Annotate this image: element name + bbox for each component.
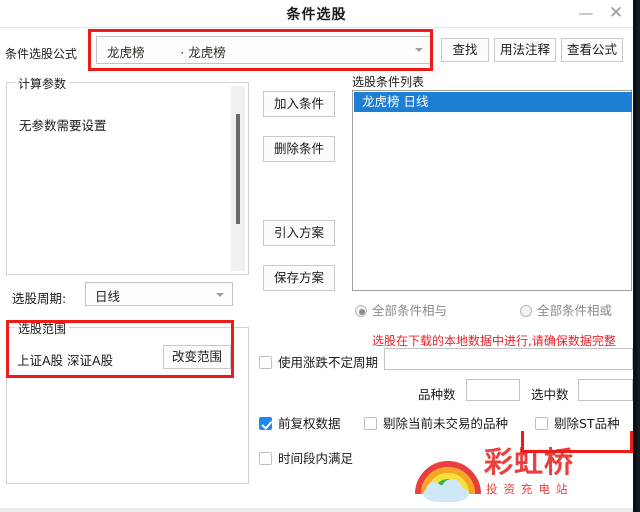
condition-list-label: 选股条件列表	[352, 75, 425, 89]
import-scheme-button[interactable]: 引入方案	[263, 220, 335, 246]
selected-count-input[interactable]	[578, 379, 633, 401]
condition-stock-picker-dialog: 条件选股 — ✕ 条件选股公式 龙虎榜 · 龙虎榜 查找 用法注释 查看公式 计…	[0, 0, 640, 512]
minimize-icon[interactable]: —	[573, 2, 599, 24]
use-updown-period-checkbox[interactable]: 使用涨跌不定周期	[259, 352, 378, 371]
save-scheme-button[interactable]: 保存方案	[263, 265, 335, 291]
exclude-untraded-label: 剔除当前未交易的品种	[383, 416, 509, 431]
logic-radio-group: 全部条件相与 全部条件相或	[352, 300, 633, 318]
chevron-down-icon[interactable]	[216, 293, 224, 297]
within-timespan-label: 时间段内满足	[278, 451, 354, 466]
selected-count-label: 选中数	[531, 387, 569, 402]
stock-range-group: 选股范围 上证A股 深证A股 改变范围	[6, 320, 249, 484]
watermark-title: 彩虹桥	[484, 445, 575, 479]
delete-condition-button[interactable]: 删除条件	[263, 136, 335, 162]
window-title: 条件选股	[286, 7, 347, 23]
data-warning-text: 选股在下载的本地数据中进行,请确保数据完整	[372, 334, 616, 348]
period-input[interactable]	[384, 348, 633, 370]
list-item[interactable]: 龙虎榜 日线	[354, 92, 632, 112]
condition-list-box[interactable]: 龙虎榜 日线	[352, 90, 632, 291]
add-condition-button[interactable]: 加入条件	[263, 91, 335, 117]
cycle-combobox-value: 日线	[95, 289, 121, 304]
calc-params-scrollbar[interactable]	[231, 86, 245, 271]
radio-all-conditions-or[interactable]: 全部条件相或	[520, 300, 612, 319]
view-formula-button[interactable]: 查看公式	[561, 38, 623, 62]
scrollbar-thumb[interactable]	[236, 114, 240, 224]
radio-dot-icon	[520, 305, 532, 317]
forward-adjust-checkbox[interactable]: 前复权数据	[259, 413, 341, 432]
checkbox-box-icon	[259, 452, 272, 465]
calc-params-note: 无参数需要设置	[19, 118, 107, 133]
rainbow-cloud-logo-icon	[415, 461, 481, 503]
exclude-untraded-checkbox[interactable]: 剔除当前未交易的品种	[364, 413, 508, 432]
usage-note-button[interactable]: 用法注释	[494, 38, 556, 62]
checkbox-box-icon	[259, 356, 272, 369]
formula-label: 条件选股公式	[5, 47, 78, 61]
close-icon[interactable]: ✕	[603, 2, 629, 24]
variety-count-label: 品种数	[418, 387, 456, 402]
checkbox-box-icon	[535, 417, 548, 430]
calc-params-group-title: 计算参数	[15, 75, 70, 92]
stock-range-value: 上证A股 深证A股	[17, 353, 114, 368]
use-updown-period-label: 使用涨跌不定周期	[278, 355, 379, 370]
formula-combobox-value: 龙虎榜 · 龙虎榜	[107, 45, 226, 60]
within-timespan-checkbox[interactable]: 时间段内满足	[259, 448, 353, 467]
variety-count-input[interactable]	[466, 379, 520, 401]
radio-dot-icon	[355, 305, 367, 317]
radio-all-conditions-and[interactable]: 全部条件相与	[355, 300, 447, 319]
radio-and-label: 全部条件相与	[372, 303, 448, 318]
checkbox-box-icon	[259, 417, 272, 430]
watermark-logo: 彩虹桥 投资充电站	[412, 446, 592, 504]
dialog-bottom-edge	[0, 508, 633, 512]
radio-or-label: 全部条件相或	[537, 303, 613, 318]
exclude-st-checkbox[interactable]: 剔除ST品种	[535, 413, 620, 432]
forward-adjust-label: 前复权数据	[278, 416, 341, 431]
cycle-label: 选股周期:	[12, 291, 67, 306]
calc-params-group: 计算参数 无参数需要设置	[6, 75, 249, 275]
find-button[interactable]: 查找	[441, 38, 489, 62]
watermark-subtitle: 投资充电站	[486, 482, 574, 496]
formula-combobox[interactable]: 龙虎榜 · 龙虎榜	[96, 36, 432, 64]
change-range-button[interactable]: 改变范围	[163, 345, 231, 369]
cycle-combobox[interactable]: 日线	[85, 282, 233, 306]
stock-range-group-title: 选股范围	[15, 320, 70, 337]
title-bar: 条件选股 — ✕	[0, 0, 633, 28]
checkbox-box-icon	[364, 417, 377, 430]
exclude-st-label: 剔除ST品种	[554, 416, 620, 431]
chevron-down-icon[interactable]	[415, 48, 423, 52]
